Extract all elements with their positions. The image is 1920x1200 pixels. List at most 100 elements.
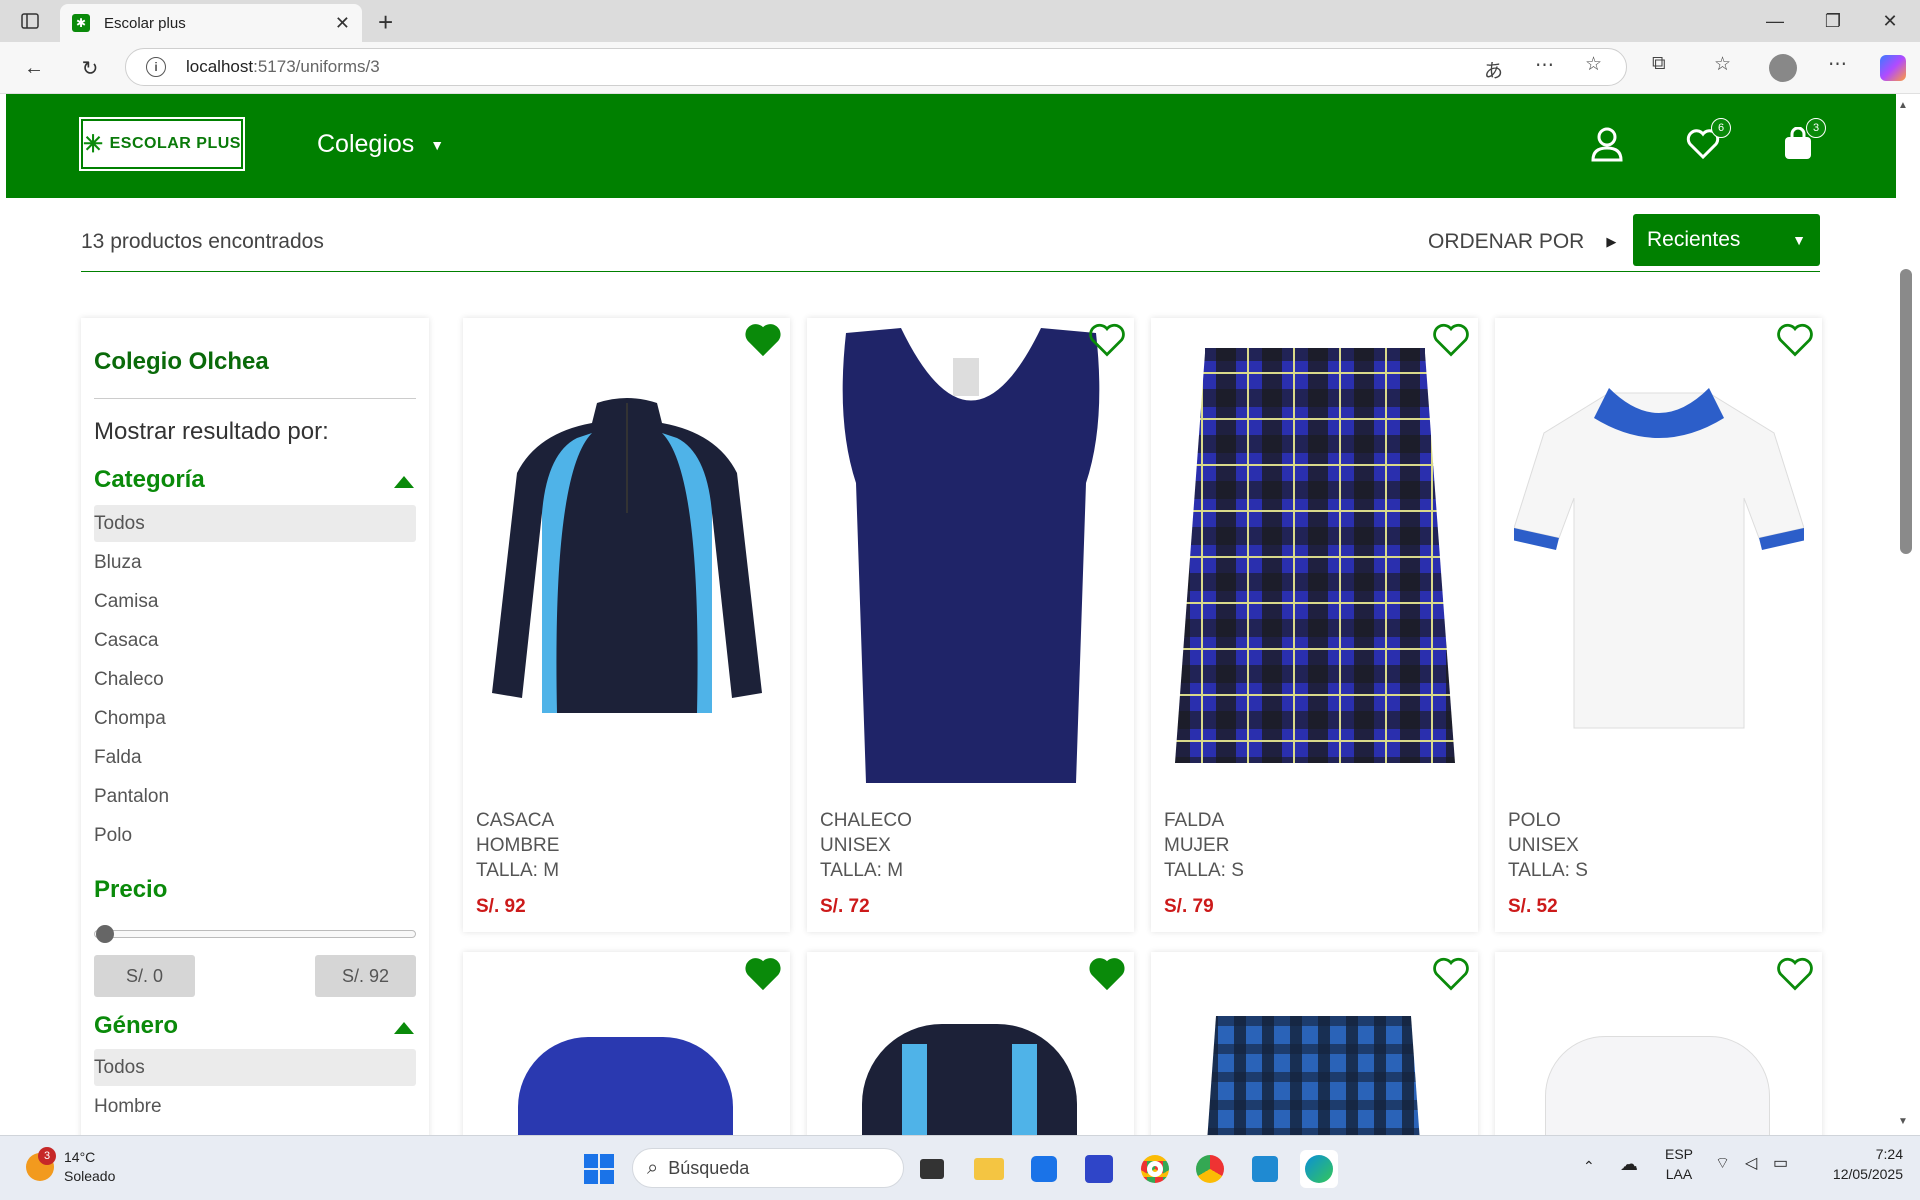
favorite-star-icon[interactable]: ☆: [1585, 53, 1602, 76]
product-card[interactable]: [807, 952, 1134, 1135]
clock[interactable]: 7:24 12/05/2025: [1818, 1144, 1903, 1184]
category-item-camisa[interactable]: Camisa: [94, 583, 416, 620]
sort-select[interactable]: Recientes ▼: [1633, 214, 1820, 266]
file-explorer-icon[interactable]: [970, 1150, 1008, 1188]
new-tab-button[interactable]: +: [378, 7, 393, 38]
app-icon[interactable]: [1080, 1150, 1118, 1188]
back-button[interactable]: ←: [18, 52, 50, 84]
product-image[interactable]: [1545, 1036, 1770, 1135]
product-card[interactable]: CHALECO UNISEX TALLA: M S/. 72: [807, 318, 1134, 932]
gender-item-todos[interactable]: Todos: [94, 1049, 416, 1086]
favorite-heart-icon[interactable]: [744, 322, 782, 360]
close-window-button[interactable]: ✕: [1860, 0, 1920, 42]
tab-title: Escolar plus: [104, 14, 186, 32]
category-item-polo[interactable]: Polo: [94, 817, 416, 854]
product-image[interactable]: [1206, 1016, 1421, 1135]
menu-icon[interactable]: ⋯: [1828, 53, 1847, 76]
product-image[interactable]: [862, 1024, 1077, 1135]
chrome-profile-icon[interactable]: [1191, 1150, 1229, 1188]
collapse-up-icon[interactable]: [394, 476, 414, 488]
language-indicator[interactable]: ESP LAA: [1665, 1144, 1693, 1184]
address-bar[interactable]: i localhost:5173/uniforms/3: [125, 48, 1627, 86]
sun-icon: 3: [26, 1147, 56, 1181]
product-image[interactable]: [463, 318, 790, 798]
product-card[interactable]: POLO UNISEX TALLA: S S/. 52: [1495, 318, 1822, 932]
weather-widget[interactable]: 3 14°C Soleado: [26, 1147, 116, 1186]
site-logo[interactable]: ✳ ESCOLAR PLUS: [79, 117, 245, 171]
price-slider[interactable]: [94, 930, 416, 938]
price-slider-handle[interactable]: [96, 925, 114, 943]
minimize-button[interactable]: —: [1745, 0, 1805, 42]
scroll-down-icon[interactable]: ▼: [1898, 1116, 1908, 1127]
reload-button[interactable]: ↻: [74, 52, 106, 84]
store-icon[interactable]: [1025, 1150, 1063, 1188]
more-page-icon[interactable]: ⋯: [1535, 54, 1554, 77]
scrollbar[interactable]: [1896, 94, 1920, 1135]
product-image[interactable]: [518, 1037, 733, 1135]
sidebar-toggle-icon[interactable]: [0, 0, 60, 42]
chevron-down-icon: ▼: [430, 136, 445, 153]
extensions-icon[interactable]: ⧉: [1652, 53, 1666, 75]
chrome-icon[interactable]: [1136, 1150, 1174, 1188]
colegios-label: Colegios: [317, 130, 415, 158]
price-max-box: S/. 92: [315, 955, 416, 997]
product-card[interactable]: [1495, 952, 1822, 1135]
favorite-heart-icon[interactable]: [1432, 956, 1470, 994]
volume-icon[interactable]: ◁: [1745, 1154, 1757, 1174]
weather-desc: Soleado: [64, 1168, 116, 1184]
category-item-chaleco[interactable]: Chaleco: [94, 661, 416, 698]
category-item-bluza[interactable]: Bluza: [94, 544, 416, 581]
product-card[interactable]: [463, 952, 790, 1135]
category-item-casaca[interactable]: Casaca: [94, 622, 416, 659]
onedrive-icon[interactable]: ☁: [1620, 1154, 1638, 1174]
gender-title[interactable]: Género: [94, 1012, 178, 1040]
favorite-heart-icon[interactable]: [1088, 956, 1126, 994]
scroll-up-icon[interactable]: ▲: [1898, 100, 1908, 111]
task-view-icon[interactable]: [913, 1150, 951, 1188]
copilot-icon[interactable]: [1880, 55, 1906, 81]
category-item-todos[interactable]: Todos: [94, 505, 416, 542]
category-item-falda[interactable]: Falda: [94, 739, 416, 776]
close-tab-icon[interactable]: ✕: [335, 13, 350, 34]
site-info-icon[interactable]: i: [146, 57, 166, 77]
profile-avatar[interactable]: [1769, 54, 1797, 82]
gender-item-hombre[interactable]: Hombre: [94, 1088, 416, 1125]
vscode-icon[interactable]: [1246, 1150, 1284, 1188]
collapse-up-icon[interactable]: [394, 1022, 414, 1034]
favorite-heart-icon[interactable]: [744, 956, 782, 994]
category-title[interactable]: Categoría: [94, 466, 205, 494]
edge-icon[interactable]: [1300, 1150, 1338, 1188]
cart-icon[interactable]: 3: [1778, 118, 1826, 164]
favorite-heart-icon[interactable]: [1776, 322, 1814, 360]
product-type: FALDA: [1164, 810, 1225, 831]
product-image[interactable]: [1151, 318, 1478, 798]
favorites-list-icon[interactable]: ☆: [1714, 53, 1731, 76]
taskbar-search[interactable]: ⌕ Búsqueda: [632, 1148, 904, 1188]
results-count: 13 productos encontrados: [81, 230, 324, 253]
favorites-icon[interactable]: 6: [1683, 118, 1731, 164]
colegios-menu[interactable]: Colegios ▼: [317, 130, 444, 159]
user-icon[interactable]: [1587, 124, 1627, 164]
category-item-chompa[interactable]: Chompa: [94, 700, 416, 737]
start-icon[interactable]: [580, 1150, 618, 1188]
tray-chevron-up-icon[interactable]: ⌃: [1583, 1156, 1595, 1176]
favorite-heart-icon[interactable]: [1088, 322, 1126, 360]
product-card[interactable]: [1151, 952, 1478, 1135]
category-item-pantalon[interactable]: Pantalon: [94, 778, 416, 815]
product-card[interactable]: CASACA HOMBRE TALLA: M S/. 92: [463, 318, 790, 932]
wifi-icon[interactable]: ⌔: [1715, 1154, 1730, 1174]
language: ESP: [1665, 1146, 1694, 1162]
product-price: S/. 72: [820, 896, 870, 917]
translate-icon[interactable]: あ: [1484, 56, 1503, 83]
favorite-heart-icon[interactable]: [1776, 956, 1814, 994]
logo-text: ESCOLAR PLUS: [109, 135, 241, 152]
restore-button[interactable]: ❐: [1803, 0, 1863, 42]
browser-tab[interactable]: ✱ Escolar plus ✕: [60, 4, 362, 42]
battery-icon[interactable]: ▭: [1773, 1154, 1788, 1174]
scrollbar-thumb[interactable]: [1900, 269, 1912, 554]
school-title: Colegio Olchea: [94, 348, 269, 375]
favorite-heart-icon[interactable]: [1432, 322, 1470, 360]
product-image[interactable]: [807, 318, 1134, 798]
product-card[interactable]: FALDA MUJER TALLA: S S/. 79: [1151, 318, 1478, 932]
product-image[interactable]: [1495, 318, 1822, 798]
